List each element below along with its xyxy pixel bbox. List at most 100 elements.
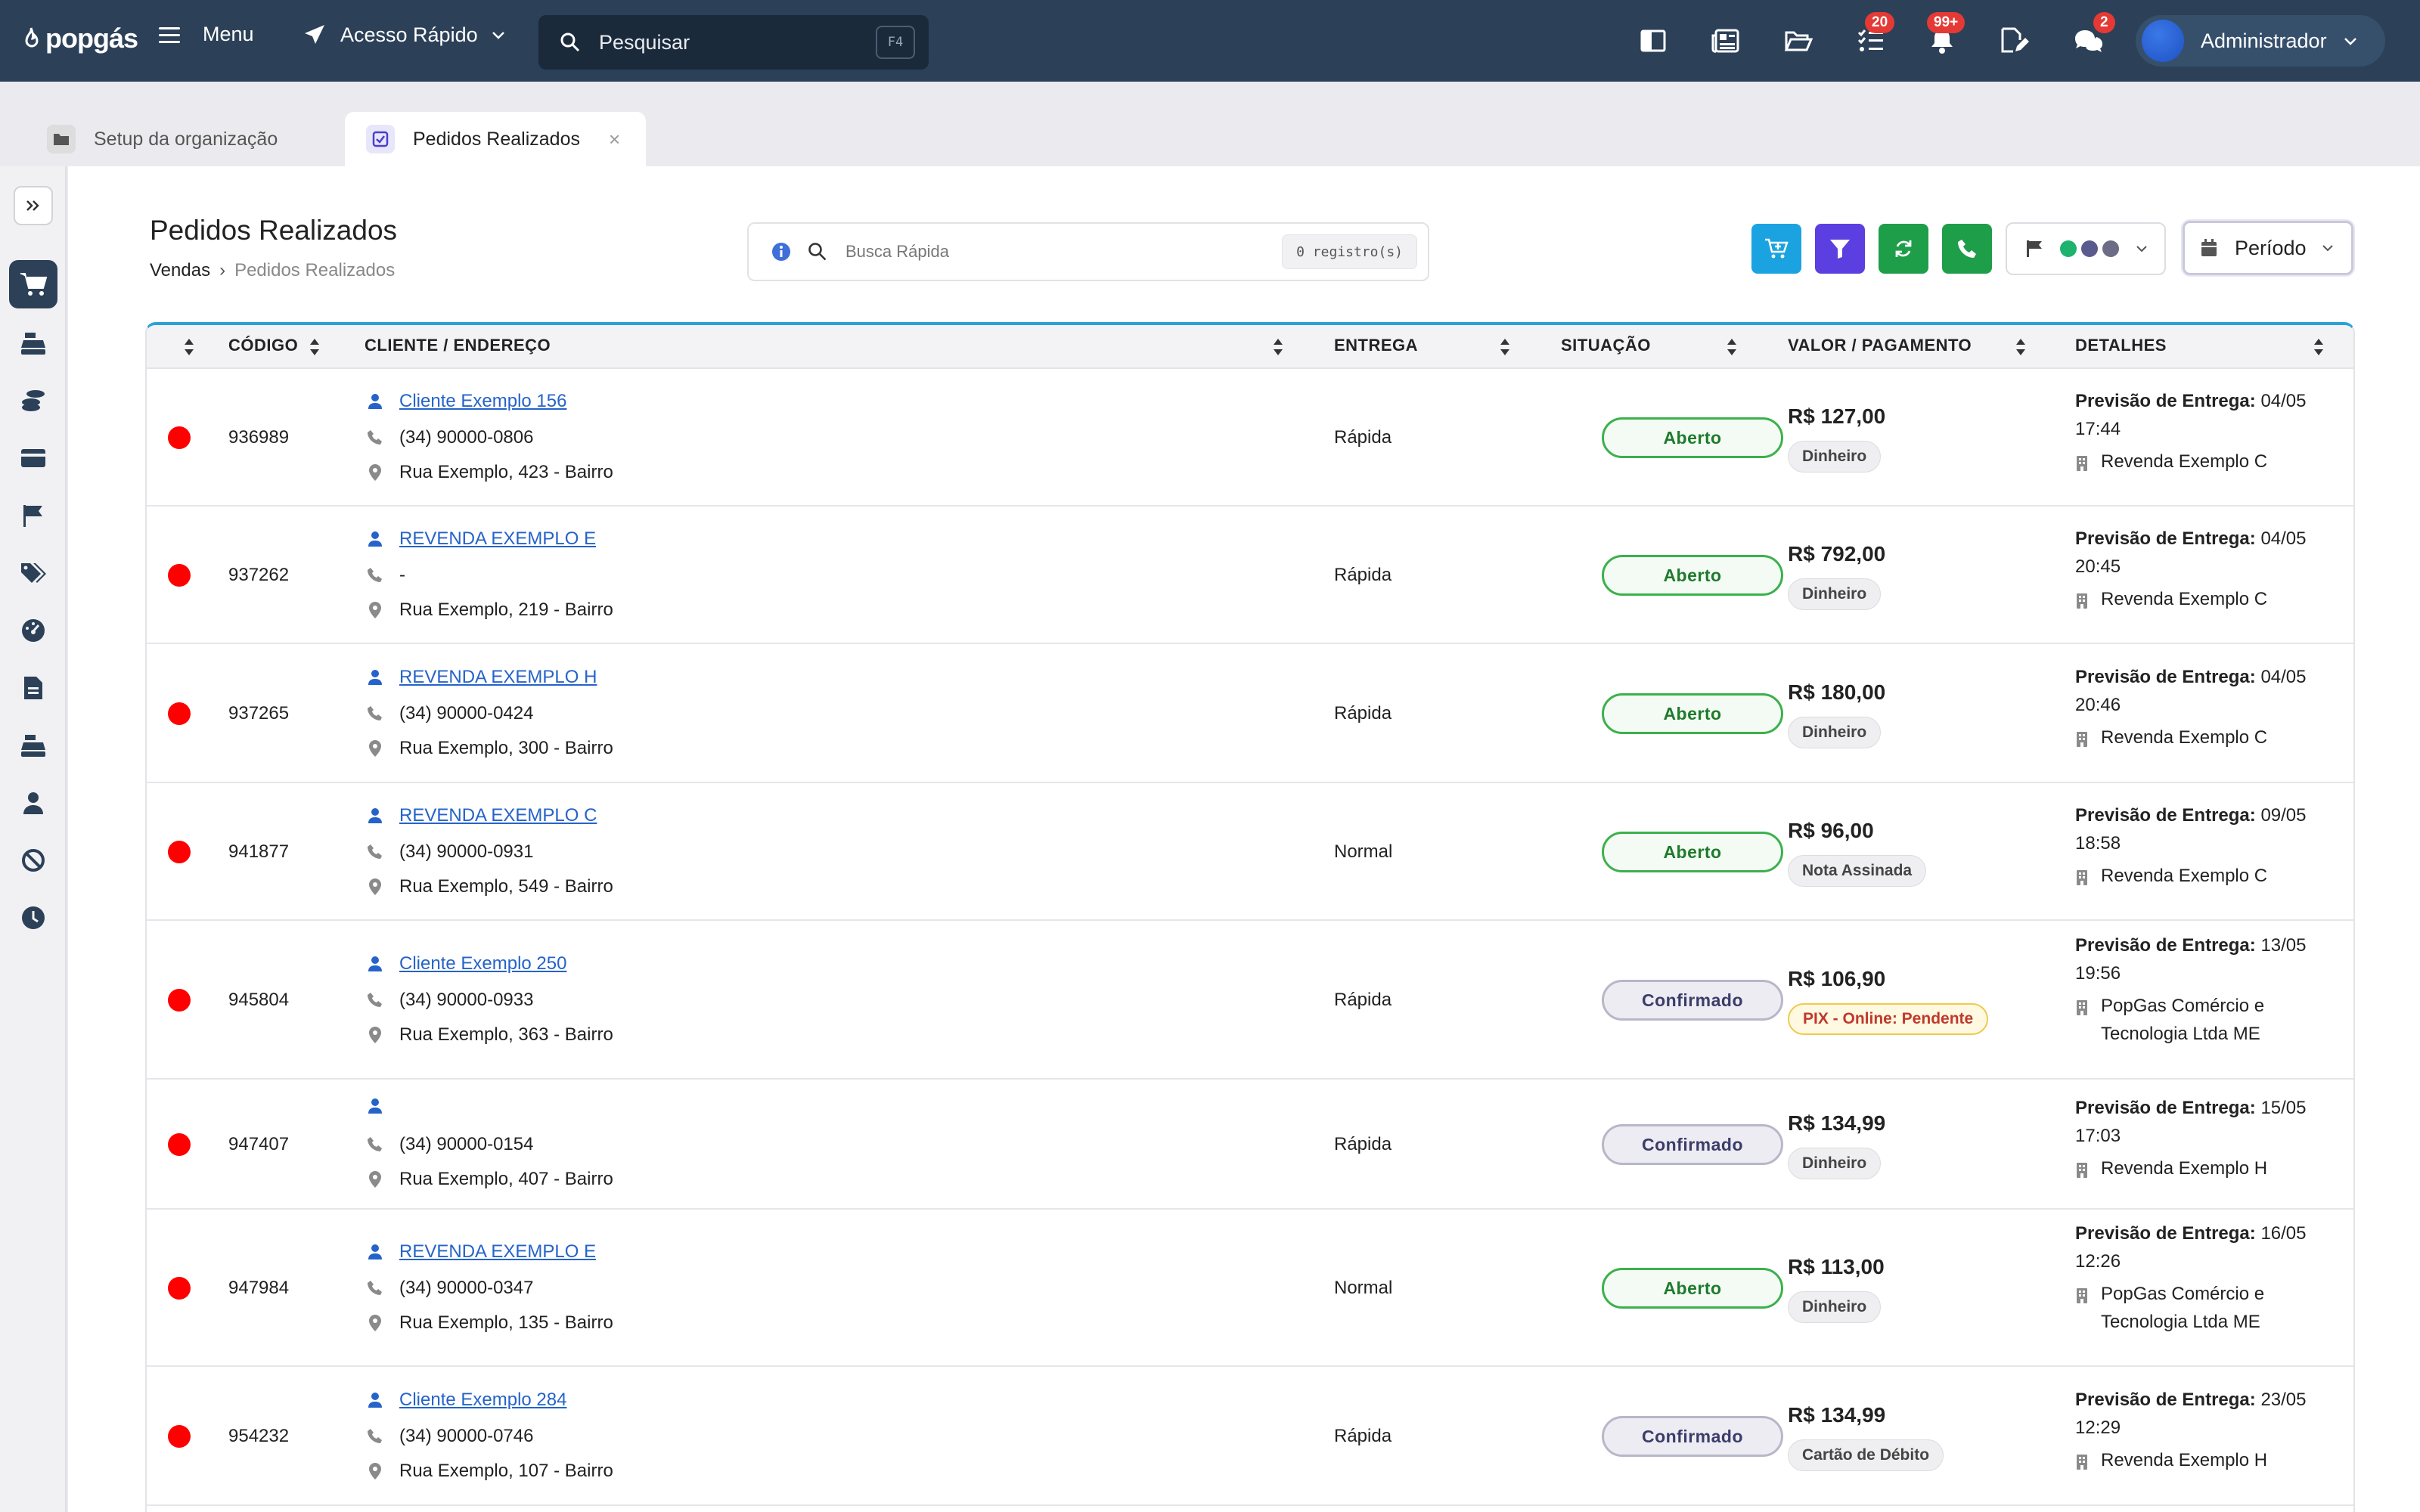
client-address: Rua Exemplo, 135 - Bairro [399, 1312, 613, 1333]
logo-text: popgás [45, 23, 138, 54]
task-list-icon[interactable]: 20 [1856, 12, 1895, 56]
table-row[interactable]: 941877 REVENDA EXEMPLO C (34) 90000-0931 Ru… [147, 783, 2353, 921]
map-pin-icon [369, 740, 381, 757]
quick-access-button[interactable]: Acesso Rápido [302, 23, 505, 47]
phone-line: - [366, 565, 405, 586]
sort-icon[interactable] [2015, 337, 2027, 357]
client-link[interactable]: Cliente Exemplo 284 [399, 1390, 566, 1411]
client-address: Rua Exemplo, 300 - Bairro [399, 738, 613, 758]
client-phone: - [399, 565, 405, 585]
sidebar-item-promocoes[interactable] [9, 549, 57, 597]
client-link[interactable]: Cliente Exemplo 156 [399, 391, 566, 412]
record-count: 0 registro(s) [1282, 234, 1417, 269]
folder-open-icon[interactable] [1783, 26, 1813, 56]
client-link[interactable]: REVENDA EXEMPLO E [399, 528, 596, 550]
sidebar-item-caixa[interactable] [9, 721, 57, 770]
top-bar: popgás Menu Acesso Rápido Pesquisar F4 2… [0, 0, 2420, 82]
filter-button[interactable] [1815, 224, 1865, 274]
client-link[interactable]: REVENDA EXEMPLO C [399, 805, 597, 826]
sidebar-item-metas[interactable] [9, 491, 57, 540]
sort-icon[interactable] [1499, 337, 1511, 357]
chat-icon[interactable]: 2 [2074, 12, 2115, 56]
global-search[interactable]: Pesquisar F4 [538, 15, 929, 70]
order-value: R$ 134,99 [1788, 1111, 1886, 1135]
refresh-button[interactable] [1879, 224, 1928, 274]
table-row[interactable]: 947407 (34) 90000-0154 Rua Exemplo, 407 - … [147, 1080, 2353, 1210]
sidebar-item-historico[interactable] [9, 894, 57, 942]
client-link[interactable]: REVENDA EXEMPLO E [399, 1241, 596, 1263]
user-menu[interactable]: Administrador [2136, 15, 2385, 67]
order-details: Previsão de Entrega: 04/05 17:44 Revenda E… [2075, 387, 2340, 480]
client-address: Rua Exemplo, 107 - Bairro [399, 1461, 613, 1481]
sort-icon[interactable] [1272, 337, 1284, 357]
close-icon[interactable]: × [609, 128, 620, 151]
table-row[interactable]: 937265 REVENDA EXEMPLO H (34) 90000-0424 Ru… [147, 644, 2353, 783]
quick-search[interactable]: Busca Rápida 0 registro(s) [747, 222, 1429, 281]
reseller-name: Revenda Exemplo C [2101, 727, 2268, 748]
table-row[interactable]: 954232 Cliente Exemplo 284 (34) 90000-0746… [147, 1367, 2353, 1506]
flag-filter-select[interactable] [2006, 222, 2166, 275]
sidebar-item-dashboard[interactable] [9, 606, 57, 655]
sidebar-item-bloqueios[interactable] [9, 836, 57, 885]
phone-icon [368, 1429, 382, 1443]
address-line: Rua Exemplo, 363 - Bairro [366, 1024, 613, 1046]
bell-icon[interactable]: 99+ [1927, 12, 1965, 56]
sidebar-item-financeiro[interactable] [9, 376, 57, 425]
client-link[interactable]: REVENDA EXEMPLO H [399, 667, 597, 688]
tab-setup-organizacao[interactable]: Setup da organização [32, 112, 342, 166]
forecast-label: Previsão de Entrega: [2075, 1098, 2256, 1118]
address-line: Rua Exemplo, 549 - Bairro [366, 876, 613, 897]
tab-label: Pedidos Realizados [413, 128, 580, 150]
cart-plus-icon [1765, 238, 1789, 259]
sidebar-item-pdv[interactable] [9, 319, 57, 367]
sort-icon[interactable] [2313, 337, 2325, 357]
map-pin-icon [369, 878, 381, 895]
expand-sidebar-button[interactable] [14, 186, 53, 225]
map-pin-icon [369, 1315, 381, 1331]
table-row[interactable]: 945804 Cliente Exemplo 250 (34) 90000-0933… [147, 921, 2353, 1080]
user-name: Administrador [2201, 29, 2327, 52]
phone-button[interactable] [1942, 224, 1992, 274]
address-line: Rua Exemplo, 107 - Bairro [366, 1461, 613, 1482]
forecast-time: 18:58 [2075, 833, 2121, 854]
info-icon[interactable] [771, 242, 791, 262]
status-indicator [168, 1133, 191, 1156]
payment-badge: PIX - Online: Pendente [1788, 1003, 1989, 1035]
period-label: Período [2235, 236, 2307, 259]
forecast-time: 20:46 [2075, 695, 2121, 715]
sidebar-item-clientes[interactable] [9, 779, 57, 827]
status-badge: Aberto [1602, 1268, 1783, 1309]
period-select[interactable]: Período [2183, 221, 2353, 275]
address-line: Rua Exemplo, 423 - Bairro [366, 462, 613, 483]
forecast-time: 12:26 [2075, 1251, 2121, 1272]
tags-icon [21, 563, 46, 583]
menu-button[interactable]: Menu [159, 23, 254, 46]
sort-icon[interactable] [183, 337, 195, 357]
forecast-label: Previsão de Entrega: [2075, 1223, 2256, 1244]
tab-pedidos-realizados[interactable]: Pedidos Realizados × [345, 112, 646, 166]
breadcrumb-vendas[interactable]: Vendas [150, 260, 210, 281]
status-indicator [168, 841, 191, 863]
new-order-button[interactable] [1751, 224, 1801, 274]
client-phone: (34) 90000-0933 [399, 990, 534, 1010]
table-row[interactable]: 947984 REVENDA EXEMPLO E (34) 90000-0347 Ru… [147, 1210, 2353, 1367]
phone-line: (34) 90000-0347 [366, 1278, 533, 1299]
edit-document-icon[interactable] [2000, 26, 2030, 56]
table-row[interactable]: 937262 REVENDA EXEMPLO E - Rua Exemplo, 219… [147, 507, 2353, 644]
sidebar-item-documentos[interactable] [9, 664, 57, 712]
newspaper-icon[interactable] [1711, 26, 1741, 56]
client-address: Rua Exemplo, 423 - Bairro [399, 462, 613, 482]
book-icon[interactable] [1638, 26, 1668, 56]
order-value: R$ 792,00 [1788, 542, 1886, 565]
flame-icon [25, 27, 39, 48]
sidebar-item-pagamentos[interactable] [9, 434, 57, 482]
table-row[interactable]: 936989 Cliente Exemplo 156 (34) 90000-0806… [147, 369, 2353, 507]
search-icon [560, 33, 580, 52]
sort-icon[interactable] [309, 337, 321, 357]
sidebar-item-vendas[interactable] [9, 260, 57, 308]
client-link[interactable]: Cliente Exemplo 250 [399, 953, 566, 974]
address-line: Rua Exemplo, 219 - Bairro [366, 600, 613, 621]
logo[interactable]: popgás [20, 23, 138, 54]
sort-icon[interactable] [1726, 337, 1738, 357]
order-value: R$ 106,90 [1788, 967, 1886, 990]
